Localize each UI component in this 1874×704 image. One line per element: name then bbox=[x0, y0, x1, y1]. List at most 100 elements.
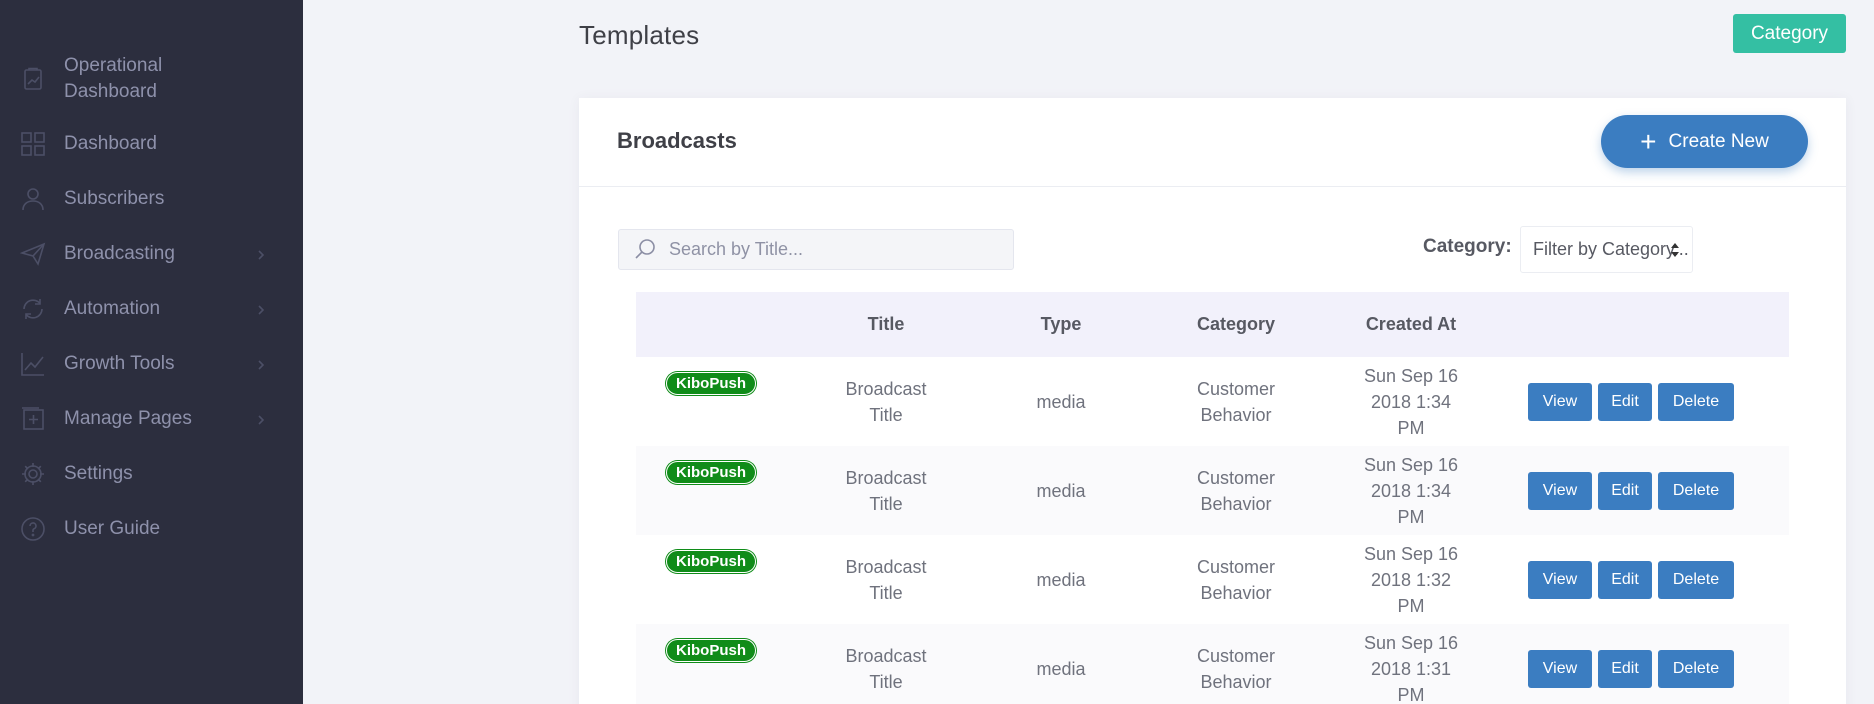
page-title: Templates bbox=[579, 20, 700, 50]
search-input[interactable] bbox=[669, 239, 989, 260]
delete-button[interactable]: Delete bbox=[1658, 471, 1734, 510]
title-cell: Broadcast Title bbox=[786, 465, 986, 517]
edit-button[interactable]: Edit bbox=[1598, 382, 1652, 421]
actions-cell: View Edit Delete bbox=[1486, 560, 1789, 599]
delete-button[interactable]: Delete bbox=[1658, 560, 1734, 599]
search-box bbox=[618, 229, 1014, 270]
sidebar-item-subscribers[interactable]: Subscribers bbox=[0, 171, 303, 226]
portlet-title: Broadcasts bbox=[617, 128, 737, 153]
actions-cell: View Edit Delete bbox=[1486, 382, 1789, 421]
clipboard-chart-icon bbox=[19, 65, 47, 93]
plus-icon: + bbox=[1640, 125, 1657, 157]
sidebar-item-label: Automation bbox=[64, 297, 161, 319]
sidebar-item-manage-pages[interactable]: Manage Pages bbox=[0, 391, 303, 446]
kibopush-badge: KiboPush bbox=[666, 639, 756, 662]
actions-cell: View Edit Delete bbox=[1486, 649, 1789, 688]
view-button[interactable]: View bbox=[1528, 382, 1592, 421]
category-cell: Customer Behavior bbox=[1136, 643, 1336, 695]
user-icon bbox=[19, 185, 47, 213]
created-at-text: Sun Sep 16 2018 1:32 PM bbox=[1363, 543, 1459, 616]
view-button[interactable]: View bbox=[1528, 471, 1592, 510]
column-header-type[interactable]: Type bbox=[986, 314, 1136, 335]
add-page-icon bbox=[19, 405, 47, 433]
title-text: Broadcast Title bbox=[845, 467, 927, 514]
category-text: Customer Behavior bbox=[1196, 467, 1276, 514]
chevron-right-icon bbox=[255, 413, 267, 425]
sidebar-item-label: Dashboard bbox=[64, 132, 157, 154]
edit-button[interactable]: Edit bbox=[1598, 560, 1652, 599]
created-at-cell: Sun Sep 16 2018 1:32 PM bbox=[1336, 541, 1486, 619]
sidebar-item-label: Operational Dashboard bbox=[64, 55, 163, 102]
delete-button[interactable]: Delete bbox=[1658, 649, 1734, 688]
delete-button[interactable]: Delete bbox=[1658, 382, 1734, 421]
category-cell: Customer Behavior bbox=[1136, 465, 1336, 517]
created-at-text: Sun Sep 16 2018 1:31 PM bbox=[1363, 632, 1459, 704]
gear-icon bbox=[19, 460, 47, 488]
sidebar-nav: Operational Dashboard Dashboard Subscrib… bbox=[0, 0, 303, 556]
sidebar-item-user-guide[interactable]: User Guide bbox=[0, 501, 303, 556]
create-new-button[interactable]: + Create New bbox=[1601, 115, 1808, 168]
sidebar-item-growth-tools[interactable]: Growth Tools bbox=[0, 336, 303, 391]
line-chart-icon bbox=[19, 350, 47, 378]
sidebar-item-label: Settings bbox=[64, 462, 133, 484]
type-cell: media bbox=[1036, 391, 1086, 412]
sidebar-item-operational-dashboard[interactable]: Operational Dashboard bbox=[0, 42, 303, 116]
category-cell: Customer Behavior bbox=[1136, 554, 1336, 606]
table-row: KiboPush Broadcast Title media Customer … bbox=[636, 535, 1789, 624]
create-new-label: Create New bbox=[1668, 130, 1769, 152]
table-row: KiboPush Broadcast Title media Customer … bbox=[636, 357, 1789, 446]
refresh-icon bbox=[19, 295, 47, 323]
sidebar-item-label: Broadcasting bbox=[64, 242, 175, 264]
created-at-cell: Sun Sep 16 2018 1:34 PM bbox=[1336, 452, 1486, 530]
paper-plane-icon bbox=[19, 240, 47, 268]
category-filter-label: Category: bbox=[1423, 236, 1512, 257]
column-header-created-at[interactable]: Created At bbox=[1336, 314, 1486, 335]
title-text: Broadcast Title bbox=[845, 645, 927, 692]
title-text: Broadcast Title bbox=[845, 556, 927, 603]
chevron-right-icon bbox=[255, 248, 267, 260]
type-cell: media bbox=[1036, 480, 1086, 501]
edit-button[interactable]: Edit bbox=[1598, 471, 1652, 510]
category-filter-select[interactable]: Filter by Category... bbox=[1520, 226, 1693, 273]
category-button[interactable]: Category bbox=[1733, 14, 1846, 53]
sidebar: Operational Dashboard Dashboard Subscrib… bbox=[0, 0, 303, 704]
actions-cell: View Edit Delete bbox=[1486, 471, 1789, 510]
category-filter-value: Filter by Category... bbox=[1533, 239, 1689, 259]
column-header-category[interactable]: Category bbox=[1136, 314, 1336, 335]
column-header-title[interactable]: Title bbox=[786, 314, 986, 335]
type-cell: media bbox=[1036, 569, 1086, 590]
sidebar-item-label: Growth Tools bbox=[64, 352, 175, 374]
table-row: KiboPush Broadcast Title media Customer … bbox=[636, 446, 1789, 535]
table-row: KiboPush Broadcast Title media Customer … bbox=[636, 624, 1789, 704]
select-arrows-icon bbox=[1671, 243, 1679, 257]
title-cell: Broadcast Title bbox=[786, 643, 986, 695]
category-text: Customer Behavior bbox=[1196, 378, 1276, 425]
sidebar-item-dashboard[interactable]: Dashboard bbox=[0, 116, 303, 171]
sidebar-item-label: Subscribers bbox=[64, 187, 165, 209]
title-text: Broadcast Title bbox=[845, 378, 927, 425]
category-text: Customer Behavior bbox=[1196, 556, 1276, 603]
type-cell: media bbox=[1036, 658, 1086, 679]
search-icon bbox=[633, 237, 659, 263]
kibopush-badge: KiboPush bbox=[666, 550, 756, 573]
chevron-right-icon bbox=[255, 358, 267, 370]
sidebar-item-settings[interactable]: Settings bbox=[0, 446, 303, 501]
created-at-cell: Sun Sep 16 2018 1:34 PM bbox=[1336, 363, 1486, 441]
kibopush-badge: KiboPush bbox=[666, 461, 756, 484]
category-cell: Customer Behavior bbox=[1136, 376, 1336, 428]
grid-icon bbox=[19, 130, 47, 158]
created-at-text: Sun Sep 16 2018 1:34 PM bbox=[1363, 365, 1459, 438]
edit-button[interactable]: Edit bbox=[1598, 649, 1652, 688]
view-button[interactable]: View bbox=[1528, 649, 1592, 688]
kibopush-badge: KiboPush bbox=[666, 372, 756, 395]
chevron-right-icon bbox=[255, 303, 267, 315]
created-at-text: Sun Sep 16 2018 1:34 PM bbox=[1363, 454, 1459, 527]
sidebar-item-broadcasting[interactable]: Broadcasting bbox=[0, 226, 303, 281]
sidebar-item-automation[interactable]: Automation bbox=[0, 281, 303, 336]
title-cell: Broadcast Title bbox=[786, 554, 986, 606]
sidebar-item-label: Manage Pages bbox=[64, 407, 192, 429]
broadcasts-portlet: Broadcasts + Create New Category: Filter… bbox=[579, 98, 1846, 704]
title-cell: Broadcast Title bbox=[786, 376, 986, 428]
view-button[interactable]: View bbox=[1528, 560, 1592, 599]
category-text: Customer Behavior bbox=[1196, 645, 1276, 692]
